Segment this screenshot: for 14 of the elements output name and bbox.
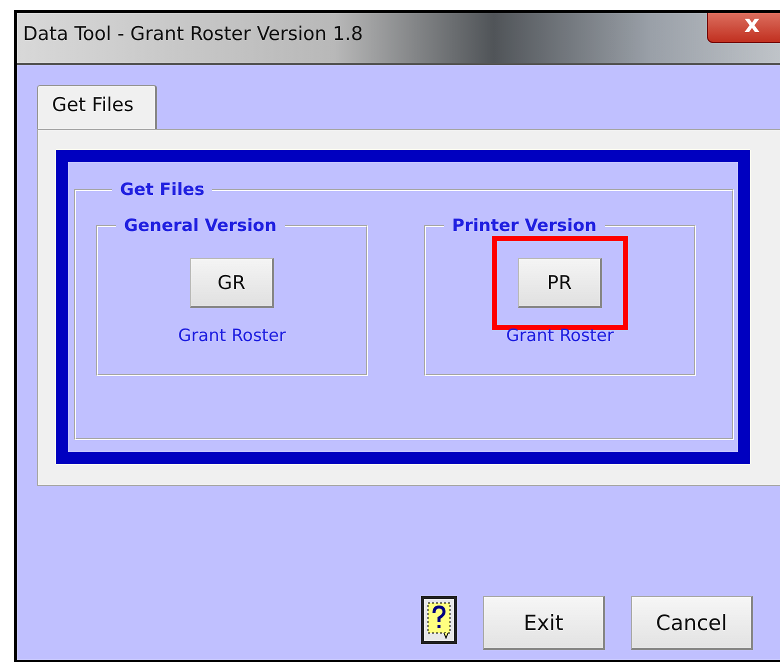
- version-button[interactable]: GR: [190, 258, 274, 308]
- window-title: Data Tool - Grant Roster Version 1.8: [23, 23, 363, 45]
- group-title: Printer Version: [451, 216, 598, 236]
- dialog-button[interactable]: Cancel: [631, 596, 753, 650]
- close-button[interactable]: x: [707, 13, 780, 43]
- button-caption: Grant Roster: [178, 326, 286, 346]
- tab[interactable]: Get Files: [37, 85, 157, 129]
- dialog-button[interactable]: Exit: [483, 596, 605, 650]
- group-title: General Version: [123, 216, 278, 236]
- group-title: Get Files: [119, 180, 206, 200]
- help-icon: [426, 601, 452, 639]
- version-button[interactable]: PR: [518, 258, 602, 308]
- help-button[interactable]: [421, 596, 457, 644]
- button-caption: Grant Roster: [506, 326, 614, 346]
